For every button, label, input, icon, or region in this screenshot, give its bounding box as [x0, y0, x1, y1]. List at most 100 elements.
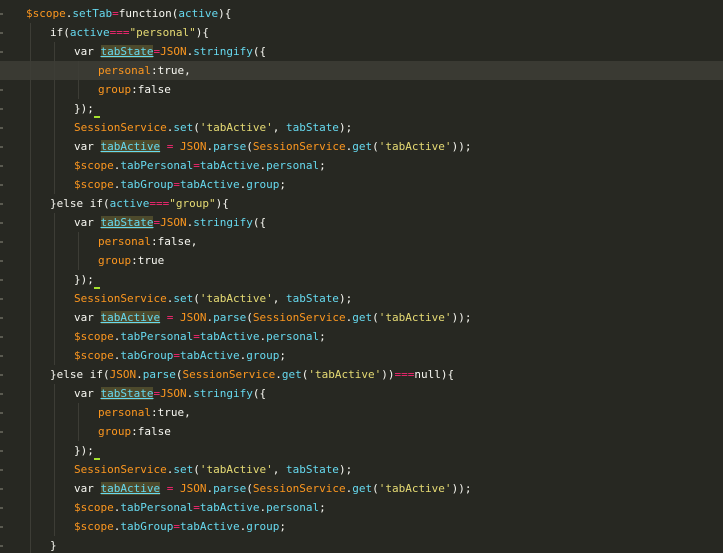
code-line-text: SessionService.set('tabActive', tabState…: [74, 121, 353, 134]
code-line[interactable]: }: [0, 536, 723, 553]
bracket-match-marker: [93, 444, 100, 460]
bracket-match-marker: [93, 273, 100, 289]
indent-guide: [30, 156, 31, 175]
code-line-text: $scope.tabGroup=tabActive.group;: [74, 178, 286, 191]
code-line[interactable]: var tabActive = JSON.parse(SessionServic…: [0, 479, 723, 498]
indent-guide: [30, 327, 31, 346]
code-line[interactable]: var tabState=JSON.stringify({: [0, 42, 723, 61]
code-line-text: var tabActive = JSON.parse(SessionServic…: [74, 140, 472, 153]
code-line-text: $scope.tabGroup=tabActive.group;: [74, 349, 286, 362]
code-line[interactable]: var tabActive = JSON.parse(SessionServic…: [0, 137, 723, 156]
indent-guide: [54, 327, 55, 346]
indent-guide: [54, 118, 55, 137]
code-line[interactable]: $scope.tabPersonal=tabActive.personal;: [0, 327, 723, 346]
code-line-text: if(active==="personal"){: [50, 26, 209, 39]
indent-guide: [54, 99, 55, 118]
indent-guide: [54, 498, 55, 517]
code-line-text: var tabActive = JSON.parse(SessionServic…: [74, 311, 472, 324]
indent-guide: [54, 441, 55, 460]
code-line[interactable]: $scope.tabGroup=tabActive.group;: [0, 346, 723, 365]
indent-guide: [78, 422, 79, 441]
code-line-text: }: [50, 539, 57, 552]
code-line[interactable]: $scope.setTab=function(active){: [0, 4, 723, 23]
indent-guide: [30, 213, 31, 232]
code-line[interactable]: group:false: [0, 422, 723, 441]
code-line[interactable]: var tabState=JSON.stringify({: [0, 213, 723, 232]
indent-guide: [30, 308, 31, 327]
code-line[interactable]: }else if(JSON.parse(SessionService.get('…: [0, 365, 723, 384]
code-line-text: var tabState=JSON.stringify({: [74, 45, 267, 58]
indent-guide: [54, 422, 55, 441]
indent-guide: [54, 137, 55, 156]
indent-guide: [30, 403, 31, 422]
code-line-text: var tabActive = JSON.parse(SessionServic…: [74, 482, 472, 495]
code-line-text: $scope.tabGroup=tabActive.group;: [74, 520, 286, 533]
indent-guide: [30, 23, 31, 42]
code-line[interactable]: $scope.tabGroup=tabActive.group;: [0, 175, 723, 194]
code-line-text: }else if(active==="group"){: [50, 197, 229, 210]
indent-guide: [78, 251, 79, 270]
code-line[interactable]: });: [0, 270, 723, 289]
code-line-text: SessionService.set('tabActive', tabState…: [74, 463, 353, 476]
code-line[interactable]: SessionService.set('tabActive', tabState…: [0, 460, 723, 479]
indent-guide: [30, 460, 31, 479]
indent-guide: [54, 403, 55, 422]
code-line-text: var tabState=JSON.stringify({: [74, 216, 267, 229]
indent-guide: [30, 175, 31, 194]
code-line-text: });: [74, 441, 100, 460]
code-line[interactable]: SessionService.set('tabActive', tabState…: [0, 289, 723, 308]
code-line-text: SessionService.set('tabActive', tabState…: [74, 292, 353, 305]
indent-guide: [30, 365, 31, 384]
indent-guide: [30, 232, 31, 251]
indent-guide: [54, 289, 55, 308]
code-line[interactable]: });: [0, 99, 723, 118]
indent-guide: [30, 536, 31, 553]
indent-guide: [30, 270, 31, 289]
code-line-text: group:false: [98, 83, 171, 96]
code-line-text: group:false: [98, 425, 171, 438]
code-line-text: });: [74, 99, 100, 118]
indent-guide: [30, 137, 31, 156]
code-line[interactable]: SessionService.set('tabActive', tabState…: [0, 118, 723, 137]
code-line[interactable]: var tabActive = JSON.parse(SessionServic…: [0, 308, 723, 327]
indent-guide: [54, 232, 55, 251]
indent-guide: [54, 384, 55, 403]
code-line[interactable]: personal:true,: [0, 403, 723, 422]
indent-guide: [54, 80, 55, 99]
code-line-text: $scope.setTab=function(active){: [26, 7, 232, 20]
code-line[interactable]: group:true: [0, 251, 723, 270]
code-line[interactable]: }else if(active==="group"){: [0, 194, 723, 213]
indent-guide: [30, 99, 31, 118]
code-line[interactable]: personal:true,: [0, 61, 723, 80]
indent-guide: [30, 441, 31, 460]
code-line[interactable]: group:false: [0, 80, 723, 99]
code-line[interactable]: var tabState=JSON.stringify({: [0, 384, 723, 403]
code-line-text: });: [74, 270, 100, 289]
indent-guide: [30, 479, 31, 498]
indent-guide: [54, 42, 55, 61]
indent-guide: [30, 346, 31, 365]
bracket-match-marker: [93, 102, 100, 118]
code-line[interactable]: $scope.tabGroup=tabActive.group;: [0, 517, 723, 536]
code-line[interactable]: $scope.tabPersonal=tabActive.personal;: [0, 156, 723, 175]
code-line-text: var tabState=JSON.stringify({: [74, 387, 267, 400]
indent-guide: [78, 232, 79, 251]
indent-guide: [30, 118, 31, 137]
indent-guide: [30, 289, 31, 308]
code-line-text: personal:false,: [98, 235, 198, 248]
code-line[interactable]: });: [0, 441, 723, 460]
indent-guide: [30, 517, 31, 536]
code-line[interactable]: $scope.tabPersonal=tabActive.personal;: [0, 498, 723, 517]
indent-guide: [54, 460, 55, 479]
code-line-text: personal:true,: [98, 406, 191, 419]
code-line[interactable]: personal:false,: [0, 232, 723, 251]
indent-guide: [54, 270, 55, 289]
indent-guide: [54, 479, 55, 498]
indent-guide: [30, 422, 31, 441]
indent-guide: [30, 194, 31, 213]
code-line[interactable]: if(active==="personal"){: [0, 23, 723, 42]
indent-guide: [54, 517, 55, 536]
code-line-text: $scope.tabPersonal=tabActive.personal;: [74, 330, 326, 343]
indent-guide: [54, 175, 55, 194]
code-editor[interactable]: $scope.setTab=function(active){ if(active…: [0, 0, 723, 553]
